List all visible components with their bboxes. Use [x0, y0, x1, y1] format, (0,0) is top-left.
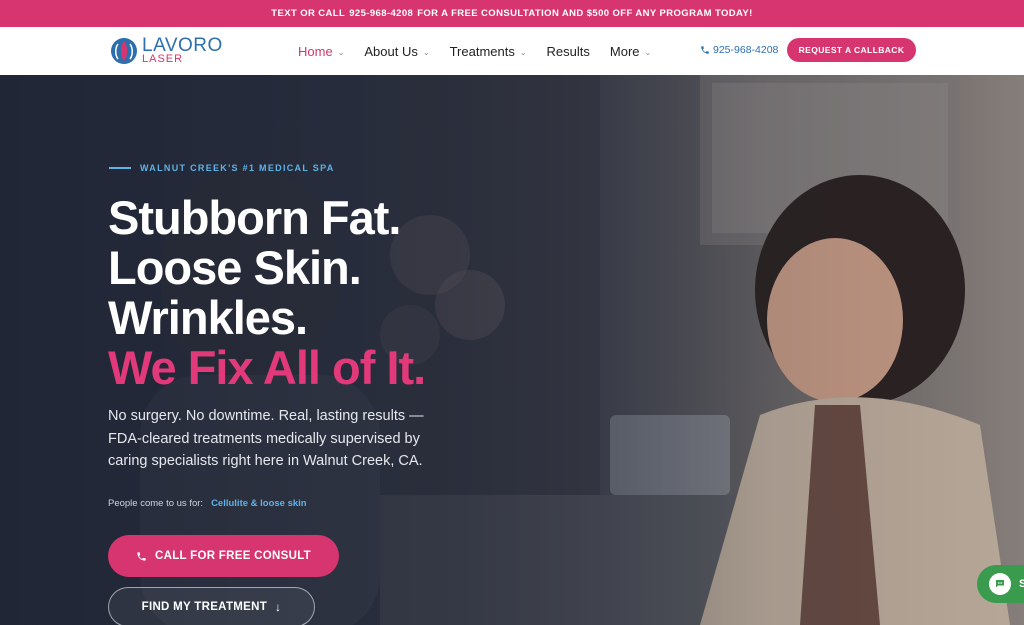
find-my-treatment-button[interactable]: FIND MY TREATMENT ↓: [108, 587, 315, 625]
arrow-down-icon: ↓: [275, 600, 282, 614]
announcement-bar: TEXT OR CALL 925-968-4208 FOR A FREE CON…: [0, 0, 1024, 27]
headline-line-2: Loose Skin.: [108, 241, 362, 294]
header-phone-link[interactable]: 925-968-4208: [700, 44, 778, 56]
request-callback-button[interactable]: REQUEST A CALLBACK: [787, 38, 916, 62]
nav-item-label: Home: [298, 43, 333, 59]
cta-secondary-label: FIND MY TREATMENT: [141, 601, 268, 613]
announcement-suffix: FOR A FREE CONSULTATION AND $500 OFF ANY…: [417, 8, 753, 19]
nav-item-more[interactable]: More ⌄: [610, 44, 651, 59]
chat-icon: [989, 573, 1011, 595]
nav-item-label: Treatments: [449, 43, 515, 59]
call-free-consult-button[interactable]: CALL FOR FREE CONSULT: [108, 535, 339, 577]
hero-eyebrow: WALNUT CREEK'S #1 MEDICAL SPA: [109, 163, 335, 173]
announcement-prefix: TEXT OR CALL: [271, 8, 346, 19]
main-nav: Home ⌄ About Us ⌄ Treatments ⌄ Results M…: [298, 27, 671, 75]
cta-primary-label: CALL FOR FREE CONSULT: [154, 550, 311, 562]
nav-item-treatments[interactable]: Treatments ⌄: [450, 44, 527, 59]
chevron-down-icon: ⌄: [337, 47, 345, 57]
chevron-down-icon: ⌄: [422, 47, 430, 57]
nav-item-label: Results: [546, 43, 590, 59]
logo-mark-icon: [110, 37, 138, 65]
phone-icon: [137, 551, 146, 561]
announcement-phone-link[interactable]: 925-968-4208: [349, 8, 413, 19]
site-header: LAVORO LASER Home ⌄ About Us ⌄ Treatment…: [0, 27, 1024, 75]
nav-item-label: More: [609, 43, 640, 59]
nav-item-home[interactable]: Home ⌄: [298, 44, 344, 59]
header-phone-number: 925-968-4208: [713, 44, 779, 56]
chat-widget-button[interactable]: S: [977, 565, 1024, 603]
chevron-down-icon: ⌄: [519, 47, 527, 57]
hero-lead: No surgery. No downtime. Real, lasting r…: [108, 408, 424, 469]
come-for-label: People come to us for:: [108, 498, 204, 509]
hero-section: WALNUT CREEK'S #1 MEDICAL SPA Stubborn F…: [0, 75, 1024, 625]
come-for-line: People come to us for: Cellulite & loose…: [108, 498, 307, 509]
eyebrow-text: WALNUT CREEK'S #1 MEDICAL SPA: [140, 163, 335, 173]
come-for-value: Cellulite & loose skin: [211, 498, 307, 509]
headline-line-1: Stubborn Fat.: [108, 191, 401, 244]
eyebrow-line: [109, 167, 131, 169]
hero-headline: Stubborn Fat. Loose Skin. Wrinkles. We F…: [108, 191, 426, 394]
chat-label: S: [1019, 578, 1024, 590]
chevron-down-icon: ⌄: [644, 47, 652, 57]
nav-item-label: About Us: [364, 43, 418, 59]
headline-accent: We Fix All of It.: [108, 341, 426, 394]
headline-line-3: Wrinkles.: [108, 291, 308, 344]
nav-item-results[interactable]: Results: [547, 44, 590, 59]
nav-item-about-us[interactable]: About Us ⌄: [364, 44, 429, 59]
logo[interactable]: LAVORO LASER: [110, 36, 223, 65]
phone-icon: [701, 46, 709, 54]
